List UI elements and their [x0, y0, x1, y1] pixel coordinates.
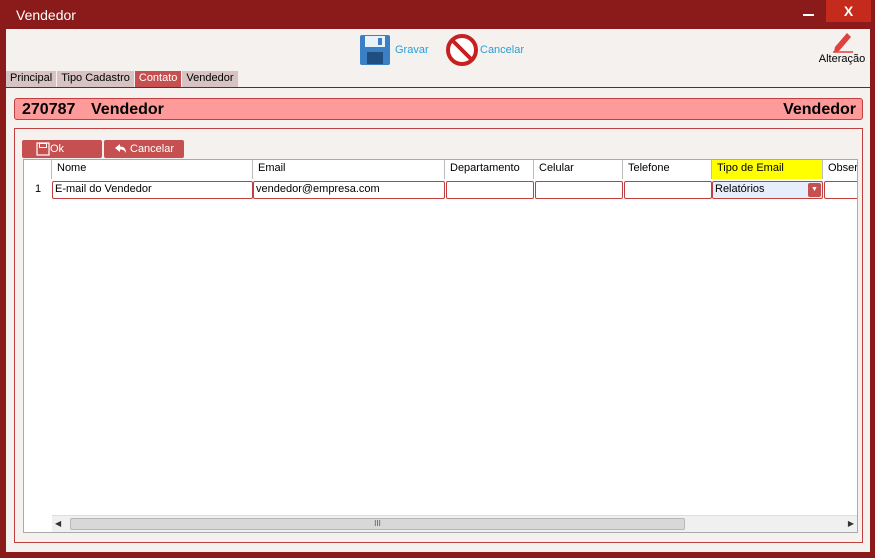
window-title: Vendedor: [16, 7, 76, 23]
cancel-edit-label: Cancelar: [130, 143, 175, 155]
contacts-grid: Nome Email Departamento Celular Telefone…: [23, 159, 858, 533]
grid-header-rownum: [24, 160, 52, 179]
floppy-disk-icon: [360, 35, 390, 65]
column-header-tipo-email[interactable]: Tipo de Email: [712, 160, 823, 179]
column-header-telefone[interactable]: Telefone: [623, 160, 712, 179]
departamento-field[interactable]: [446, 181, 534, 199]
column-header-observacao[interactable]: Obser: [823, 160, 857, 179]
alteracao-button[interactable]: Alteração: [816, 29, 868, 69]
cancelar-button[interactable]: Cancelar: [446, 34, 524, 66]
record-header: 270787 Vendedor Vendedor: [14, 98, 863, 120]
cancelar-label: Cancelar: [480, 44, 525, 56]
cancel-icon: [446, 34, 478, 66]
celular-field[interactable]: [535, 181, 623, 199]
undo-arrow-icon: [115, 144, 126, 153]
scroll-right-icon[interactable]: ▶: [848, 519, 854, 528]
gravar-label: Gravar: [395, 44, 429, 56]
observacao-field[interactable]: [824, 181, 857, 199]
close-button[interactable]: X: [826, 0, 871, 22]
gravar-button[interactable]: Gravar: [359, 34, 429, 66]
row-number: 1: [34, 183, 42, 195]
nome-field[interactable]: E-mail do Vendedor: [52, 181, 253, 199]
window-client-area: Gravar Cancelar Alteração Principal Tipo…: [6, 29, 870, 552]
tab-vendedor[interactable]: Vendedor: [182, 71, 239, 87]
tabs-divider: [6, 87, 870, 88]
cancel-edit-button[interactable]: Cancelar: [104, 140, 184, 158]
telefone-field[interactable]: [624, 181, 712, 199]
pencil-icon: [833, 33, 853, 53]
ok-label: Ok: [50, 143, 65, 155]
record-code: 270787: [22, 101, 76, 118]
tab-principal[interactable]: Principal: [6, 71, 58, 87]
scroll-left-icon[interactable]: ◀: [55, 519, 61, 528]
record-name: Vendedor: [91, 101, 164, 118]
grid-header: Nome Email Departamento Celular Telefone…: [24, 160, 857, 179]
column-header-email[interactable]: Email: [253, 160, 445, 179]
floppy-disk-icon: [36, 142, 50, 156]
tipo-email-select[interactable]: Relatórios ▼: [712, 181, 823, 199]
window-titlebar: Vendedor X: [0, 0, 875, 29]
ok-button[interactable]: Ok: [22, 140, 102, 158]
horizontal-scrollbar[interactable]: ◀ III ▶: [52, 515, 857, 532]
tab-bar: Principal Tipo Cadastro Contato Vendedor: [6, 71, 239, 87]
scroll-thumb[interactable]: III: [70, 518, 685, 530]
email-field[interactable]: vendedor@empresa.com: [253, 181, 445, 199]
minimize-button[interactable]: [794, 0, 822, 22]
tab-tipo-cadastro[interactable]: Tipo Cadastro: [57, 71, 135, 87]
table-row: 1 E-mail do Vendedor vendedor@empresa.co…: [24, 180, 857, 200]
tab-contato[interactable]: Contato: [134, 71, 183, 87]
column-header-nome[interactable]: Nome: [52, 160, 253, 179]
column-header-departamento[interactable]: Departamento: [445, 160, 534, 179]
column-header-celular[interactable]: Celular: [534, 160, 623, 179]
tipo-email-value: Relatórios: [715, 183, 765, 195]
record-type: Vendedor: [783, 101, 856, 118]
chevron-down-icon[interactable]: ▼: [808, 183, 821, 197]
alteracao-label: Alteração: [818, 53, 866, 65]
